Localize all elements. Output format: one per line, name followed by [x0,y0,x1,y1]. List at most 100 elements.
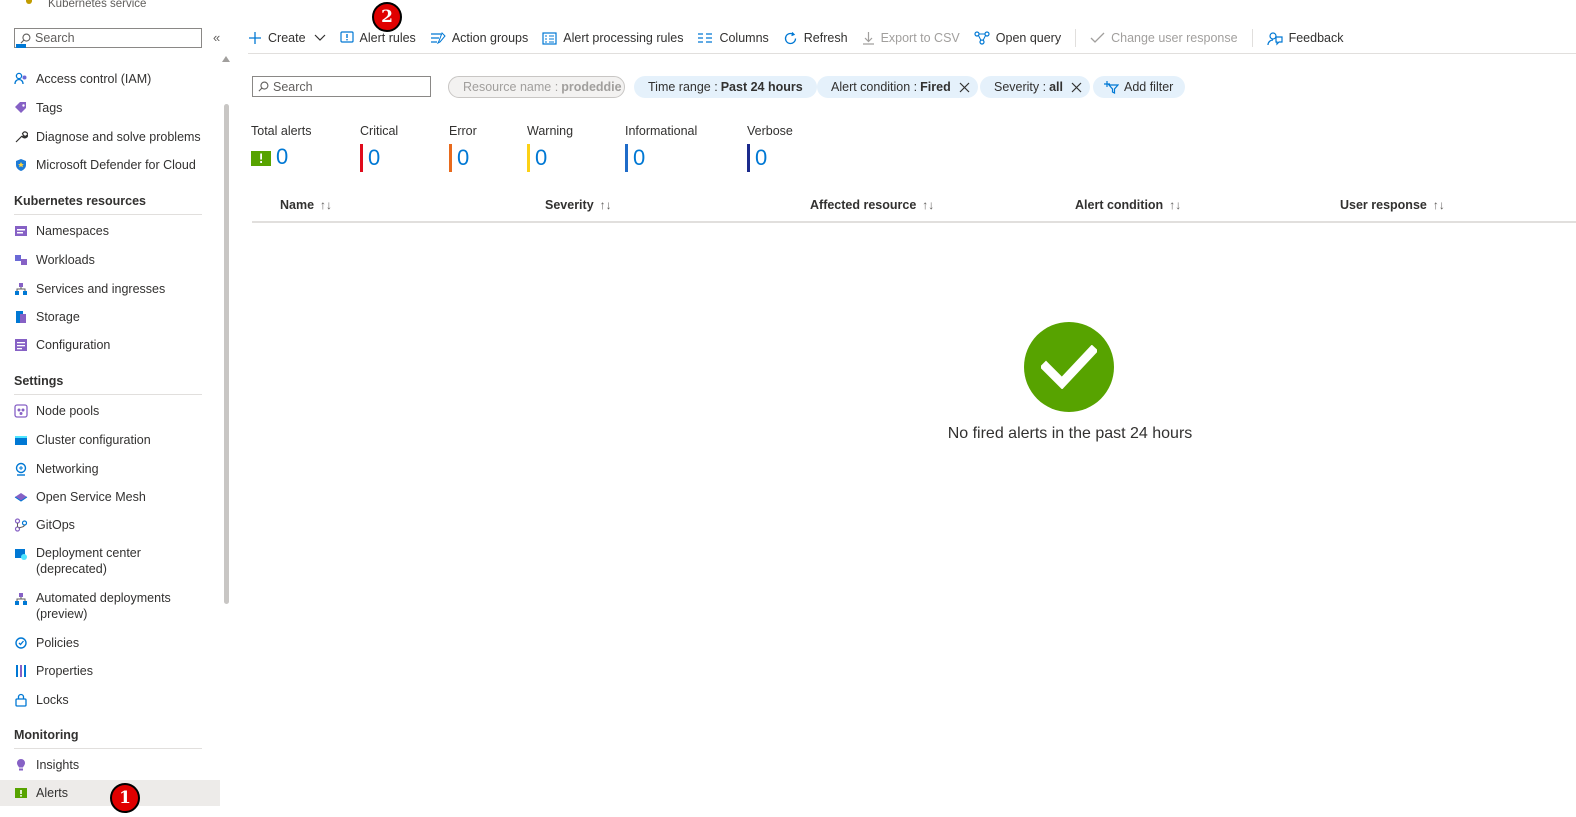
summary-verbose[interactable]: Verbose 0 [747,124,793,172]
properties-icon [14,664,28,678]
column-header-name[interactable]: Name ↑↓ [280,198,332,212]
resource-menu: Kubernetes service Search « Access contr… [0,0,236,817]
namespace-icon [14,224,28,238]
sidebar-item-automated-deployments[interactable]: Automated deployments (preview) [0,590,220,626]
alerts-search-input[interactable]: Search [252,76,431,97]
toolbar-separator [1251,29,1253,47]
open-query-button[interactable]: Open query [974,26,1061,50]
insights-icon [14,758,28,772]
sidebar-item-configuration[interactable]: Configuration [0,332,220,358]
collapse-menu-button[interactable]: « [213,30,220,45]
sidebar-item-gitops[interactable]: GitOps [0,512,220,538]
refresh-button[interactable]: Refresh [783,26,848,50]
alerts-search-placeholder: Search [273,79,313,94]
table-header-divider [252,221,1576,223]
annotation-marker-1: 1 [110,783,140,813]
automated-deploy-icon [14,592,28,606]
sort-icon[interactable]: ↑↓ [320,198,332,212]
download-icon [862,31,875,45]
summary-critical[interactable]: Critical 0 [360,124,398,172]
sidebar-item-deployment-center[interactable]: Deployment center (deprecated) [0,545,220,581]
menu-search-placeholder: Search [35,31,75,45]
storage-icon [14,310,28,324]
node-pools-icon [14,404,28,418]
sidebar-item-properties[interactable]: Properties [0,658,220,684]
section-settings: Settings [14,374,202,395]
add-filter-button[interactable]: Add filter [1093,76,1186,98]
search-icon [258,81,269,92]
processing-rules-icon [542,31,557,45]
action-groups-icon [430,31,446,45]
sidebar-item-networking[interactable]: Networking [0,456,220,482]
empty-state-message: No fired alerts in the past 24 hours [947,425,1193,442]
gitops-icon [14,518,28,532]
close-icon[interactable] [1071,82,1082,93]
column-header-user-response[interactable]: User response ↑↓ [1340,198,1445,212]
chevron-down-icon [314,34,326,42]
toolbar-divider [248,53,1576,54]
column-header-affected-resource[interactable]: Affected resource ↑↓ [810,198,934,212]
sidebar-item-partial[interactable] [0,44,220,58]
alert-condition-filter[interactable]: Alert condition : Fired [817,76,978,98]
create-button[interactable]: Create [248,26,326,50]
summary-informational-value: 0 [633,145,646,170]
sidebar-item-defender[interactable]: Microsoft Defender for Cloud [0,152,220,178]
alerts-icon [251,150,271,166]
sort-icon[interactable]: ↑↓ [600,198,612,212]
plus-icon [248,31,262,45]
alert-processing-rules-button[interactable]: Alert processing rules [542,26,683,50]
verbose-bar [747,144,750,172]
sidebar-item-services-ingresses[interactable]: Services and ingresses [0,276,220,302]
people-icon [14,72,28,86]
sidebar-item-open-service-mesh[interactable]: Open Service Mesh [0,484,220,510]
sidebar-item-namespaces[interactable]: Namespaces [0,218,220,244]
sidebar-item-insights[interactable]: Insights [0,752,220,778]
sidebar-item-locks[interactable]: Locks [0,687,220,713]
error-bar [449,144,452,172]
critical-bar [360,144,363,172]
informational-bar [625,144,628,172]
success-checkmark-icon [1024,322,1114,412]
action-groups-button[interactable]: Action groups [430,26,528,50]
sidebar-item-storage[interactable]: Storage [0,304,220,330]
resource-type-label: Kubernetes service [48,0,147,10]
sidebar-item-diagnose[interactable]: Diagnose and solve problems [0,124,220,150]
change-user-response-button[interactable]: Change user response [1090,26,1238,50]
summary-total[interactable]: Total alerts 0 [251,124,311,169]
command-bar: Create Alert rules Action groups Alert p… [248,24,1357,52]
summary-error[interactable]: Error 0 [449,124,477,172]
section-monitoring: Monitoring [14,728,202,749]
activity-icon [14,44,28,58]
summary-informational[interactable]: Informational 0 [625,124,697,172]
feedback-button[interactable]: Feedback [1266,26,1343,50]
column-header-alert-condition[interactable]: Alert condition ↑↓ [1075,198,1181,212]
menu-scrollbar[interactable] [224,104,229,604]
sidebar-item-access-control[interactable]: Access control (IAM) [0,66,220,92]
sidebar-item-policies[interactable]: Policies [0,630,220,656]
lock-icon [14,693,28,707]
sidebar-item-cluster-configuration[interactable]: Cluster configuration [0,427,220,453]
networking-icon [14,462,28,476]
mesh-icon [14,490,28,504]
severity-filter[interactable]: Severity : all [980,76,1091,98]
export-csv-button[interactable]: Export to CSV [862,26,960,50]
columns-button[interactable]: Columns [697,26,769,50]
columns-icon [697,32,713,44]
sidebar-item-tags[interactable]: Tags [0,95,220,121]
sidebar-item-workloads[interactable]: Workloads [0,247,220,273]
close-icon[interactable] [959,82,970,93]
annotation-marker-2: 2 [372,2,402,32]
scroll-up-arrow-icon[interactable] [222,56,230,62]
sort-icon[interactable]: ↑↓ [1169,198,1181,212]
sidebar-item-node-pools[interactable]: Node pools [0,398,220,424]
summary-warning[interactable]: Warning 0 [527,124,573,172]
sort-icon[interactable]: ↑↓ [1433,198,1445,212]
alert-rules-button[interactable]: Alert rules [339,26,416,50]
network-icon [14,282,28,296]
time-range-filter[interactable]: Time range : Past 24 hours [634,76,817,98]
policies-icon [14,636,28,650]
warning-bar [527,144,530,172]
query-icon [974,31,990,45]
column-header-severity[interactable]: Severity ↑↓ [545,198,612,212]
sort-icon[interactable]: ↑↓ [922,198,934,212]
